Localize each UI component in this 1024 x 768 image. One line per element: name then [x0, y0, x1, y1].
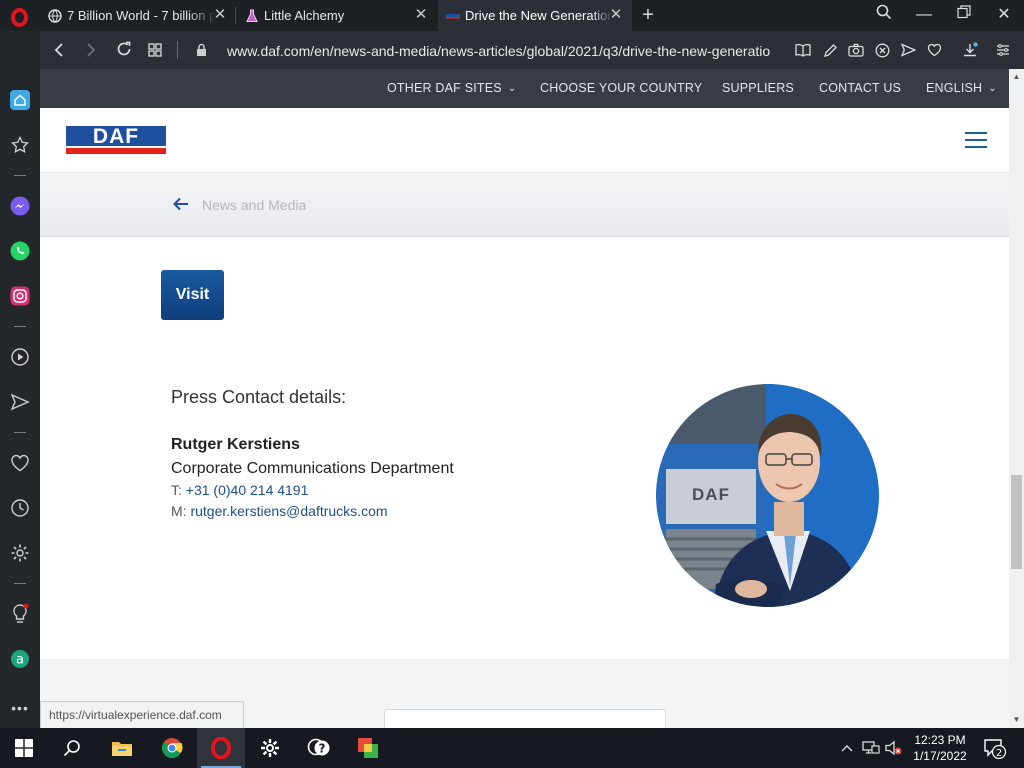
volume-muted-icon[interactable]	[884, 728, 904, 768]
system-clock[interactable]: 12:23 PM 1/17/2022	[905, 732, 975, 764]
opera-menu-icon[interactable]	[7, 6, 31, 28]
flask-icon	[246, 9, 258, 22]
svg-text:?: ?	[319, 742, 326, 756]
feedback-hub-icon[interactable]: ?	[295, 728, 343, 768]
bookmarks-star-icon[interactable]	[8, 133, 32, 157]
windows-taskbar: ? 12:23 PM 1/17/2022 2	[0, 728, 1024, 768]
settings-gear-icon[interactable]	[8, 541, 32, 565]
file-explorer-icon[interactable]	[98, 728, 146, 768]
site-top-nav: OTHER DAF SITES ⌄ CHOOSE YOUR COUNTRY SUP…	[40, 69, 1009, 108]
globe-icon	[48, 8, 62, 23]
press-contact-heading: Press Contact details:	[171, 387, 347, 407]
contact-phone: T: +31 (0)40 214 4191	[171, 482, 309, 498]
my-heart-icon[interactable]	[8, 451, 32, 475]
edit-icon[interactable]	[821, 41, 839, 59]
colorful-app-icon[interactable]	[344, 728, 392, 768]
email-link[interactable]: rutger.kerstiens@daftrucks.com	[190, 503, 387, 519]
more-options-icon[interactable]: •••	[8, 696, 32, 720]
tab-title: Little Alchemy	[264, 8, 345, 23]
tab-little-alchemy[interactable]: Little Alchemy ✕	[237, 0, 437, 31]
clock-date: 1/17/2022	[913, 749, 967, 763]
minimize-icon[interactable]: —	[912, 4, 936, 26]
history-clock-icon[interactable]	[8, 496, 32, 520]
chevron-down-icon: ⌄	[507, 83, 517, 94]
topnav-choose-your-country[interactable]: CHOOSE YOUR COUNTRY	[540, 69, 702, 108]
opera-taskbar-icon[interactable]	[197, 728, 245, 768]
tab-7-billion-world[interactable]: 7 Billion World - 7 billion p ✕	[40, 0, 236, 31]
daf-logo[interactable]: DAF	[66, 126, 166, 155]
url-field[interactable]: www.daf.com/en/news-and-media/news-artic…	[227, 41, 787, 61]
clock-time: 12:23 PM	[914, 733, 966, 747]
svg-text:DAF: DAF	[692, 485, 730, 504]
social-share-box	[384, 709, 666, 728]
hamburger-menu-icon[interactable]	[965, 132, 987, 148]
new-tab-icon[interactable]: +	[638, 5, 658, 25]
visit-button[interactable]: Visit	[161, 270, 224, 320]
player-icon[interactable]	[8, 345, 32, 369]
contact-portrait-photo: DAF	[656, 384, 879, 607]
speed-dial-grid-icon[interactable]	[144, 40, 166, 62]
downloads-icon[interactable]	[961, 41, 979, 59]
tips-lightbulb-icon[interactable]	[8, 602, 32, 626]
topnav-other-daf-sites[interactable]: OTHER DAF SITES ⌄	[387, 69, 516, 108]
contact-email: M: rutger.kerstiens@daftrucks.com	[171, 503, 388, 519]
browser-tab-bar: 7 Billion World - 7 billion p ✕ Little A…	[0, 0, 1024, 31]
address-bar: www.daf.com/en/news-and-media/news-artic…	[40, 31, 1024, 69]
messenger-icon[interactable]	[8, 194, 32, 218]
back-icon[interactable]	[48, 40, 70, 62]
site-header: DAF	[40, 108, 1009, 173]
topnav-suppliers[interactable]: SUPPLIERS	[722, 69, 794, 108]
tab-title: 7 Billion World - 7 billion p	[67, 8, 217, 23]
scrollbar-thumb[interactable]	[1011, 475, 1022, 569]
windows-start-icon[interactable]	[0, 728, 48, 768]
whatsapp-icon[interactable]	[8, 239, 32, 263]
page-scrollbar[interactable]: ▲ ▼	[1009, 69, 1024, 728]
close-tab-icon[interactable]: ✕	[413, 7, 429, 23]
status-bar-url: https://virtualexperience.daf.com	[40, 701, 244, 728]
scroll-up-icon[interactable]: ▲	[1011, 71, 1022, 83]
adblock-icon[interactable]	[873, 41, 891, 59]
back-arrow-icon[interactable]	[172, 195, 190, 213]
svg-text:a: a	[16, 653, 24, 668]
taskbar-search-icon[interactable]	[48, 728, 96, 768]
tab-title: Drive the New Generation DAF	[465, 8, 613, 23]
chevron-down-icon: ⌄	[988, 83, 997, 94]
svg-text:DAF: DAF	[93, 126, 139, 148]
scroll-down-icon[interactable]: ▼	[1011, 714, 1022, 726]
breadcrumb-news-and-media-link[interactable]: News and Media	[202, 197, 306, 213]
snapshot-camera-icon[interactable]	[847, 41, 865, 59]
easy-setup-menu-icon[interactable]	[994, 41, 1012, 59]
lock-icon[interactable]	[192, 41, 210, 59]
forward-icon[interactable]	[80, 40, 102, 62]
close-window-icon[interactable]: ✕	[992, 4, 1016, 26]
web-page: OTHER DAF SITES ⌄ CHOOSE YOUR COUNTRY SUP…	[40, 69, 1009, 728]
close-tab-icon[interactable]: ✕	[212, 7, 228, 23]
tab-search-icon[interactable]	[872, 4, 896, 26]
network-icon[interactable]	[861, 728, 881, 768]
daf-favicon-icon	[446, 13, 460, 18]
reader-mode-icon[interactable]	[794, 41, 812, 59]
home-icon[interactable]	[8, 88, 32, 112]
phone-link[interactable]: +31 (0)40 214 4191	[186, 482, 309, 498]
flow-send-icon[interactable]	[8, 390, 32, 414]
notification-center-icon[interactable]: 2	[980, 728, 1010, 768]
tab-drive-the-new-generation[interactable]: Drive the New Generation DAF ✕	[438, 0, 632, 31]
send-to-flow-icon[interactable]	[899, 41, 917, 59]
topnav-contact-us[interactable]: CONTACT US	[819, 69, 901, 108]
add-to-favorites-heart-icon[interactable]	[925, 41, 943, 59]
svg-text:2: 2	[996, 748, 1002, 759]
restore-icon[interactable]	[952, 4, 976, 26]
close-tab-icon[interactable]: ✕	[608, 7, 624, 23]
show-hidden-icons-chevron-icon[interactable]	[838, 728, 856, 768]
aria-assistant-icon[interactable]: a	[8, 647, 32, 671]
instagram-icon[interactable]	[8, 284, 32, 308]
reload-icon[interactable]	[113, 40, 135, 62]
contact-department: Corporate Communications Department	[171, 460, 454, 477]
topnav-language[interactable]: ENGLISH ⌄	[926, 69, 997, 108]
settings-taskbar-icon[interactable]	[246, 728, 294, 768]
contact-name: Rutger Kerstiens	[171, 436, 300, 453]
opera-sidebar: a •••	[0, 31, 40, 728]
breadcrumb: News and Media	[40, 173, 1009, 237]
chrome-icon[interactable]	[148, 728, 196, 768]
